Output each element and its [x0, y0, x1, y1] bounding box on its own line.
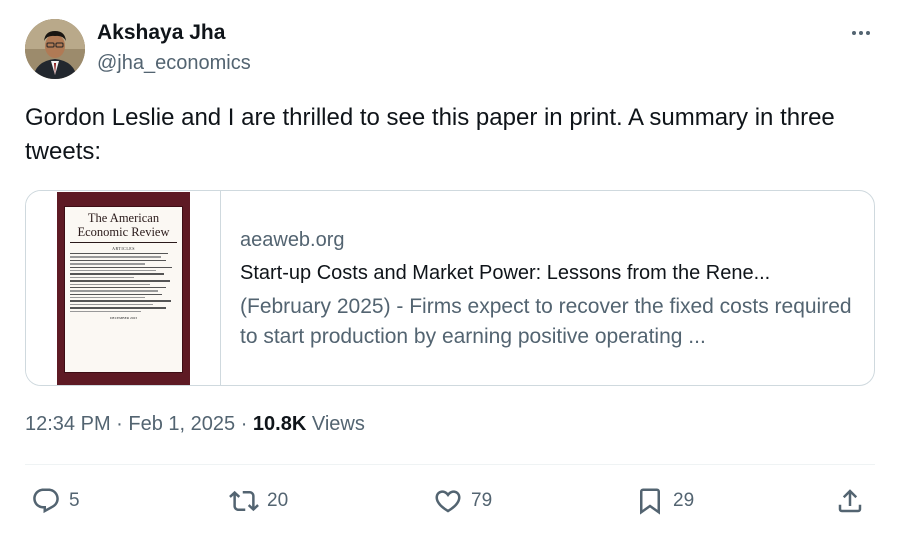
- link-card[interactable]: The American Economic Review ARTICLES DE…: [25, 190, 875, 386]
- avatar-image: [25, 19, 85, 79]
- tweet-text: Gordon Leslie and I are thrilled to see …: [25, 104, 835, 165]
- repost-count: 20: [267, 490, 289, 511]
- like-button[interactable]: 79: [433, 480, 492, 522]
- tweet-date[interactable]: Feb 1, 2025: [128, 413, 235, 436]
- share-icon: [838, 489, 862, 513]
- journal-title: The American Economic Review: [70, 211, 177, 243]
- more-icon[interactable]: [846, 22, 876, 44]
- avatar[interactable]: [25, 19, 85, 79]
- bookmark-count: 29: [673, 490, 695, 511]
- views-label: Views: [306, 413, 365, 435]
- views-count[interactable]: 10.8K: [253, 413, 306, 436]
- journal-section: ARTICLES: [112, 246, 135, 251]
- repost-button[interactable]: 20: [229, 480, 288, 522]
- like-count: 79: [471, 490, 493, 511]
- reply-count: 5: [69, 490, 80, 511]
- meta-separator: ·: [235, 413, 253, 435]
- card-domain: aeaweb.org: [240, 229, 345, 251]
- journal-date: DECEMBER 2023: [110, 316, 137, 321]
- bookmark-icon: [640, 488, 660, 515]
- action-bar: 5 20 79 29: [25, 480, 875, 522]
- card-description: (February 2025) - Firms expect to recove…: [240, 295, 852, 348]
- reply-button[interactable]: 5: [31, 480, 80, 522]
- journal-cover-image: The American Economic Review ARTICLES DE…: [57, 192, 190, 385]
- divider: [25, 464, 875, 465]
- like-icon: [435, 490, 461, 513]
- tweet-time[interactable]: 12:34 PM: [25, 413, 111, 436]
- bookmark-button[interactable]: 29: [635, 480, 694, 522]
- author-handle[interactable]: @jha_economics: [97, 52, 251, 75]
- reply-icon: [33, 488, 59, 514]
- share-button[interactable]: [835, 480, 865, 522]
- card-thumbnail[interactable]: The American Economic Review ARTICLES DE…: [26, 191, 221, 385]
- author-name[interactable]: Akshaya Jha: [97, 21, 225, 45]
- repost-icon: [229, 490, 259, 512]
- meta-separator: ·: [110, 413, 129, 435]
- card-title: Start-up Costs and Market Power: Lessons…: [240, 262, 771, 284]
- tweet-meta: 12:34 PM · Feb 1, 2025 · 10.8K Views: [25, 413, 365, 436]
